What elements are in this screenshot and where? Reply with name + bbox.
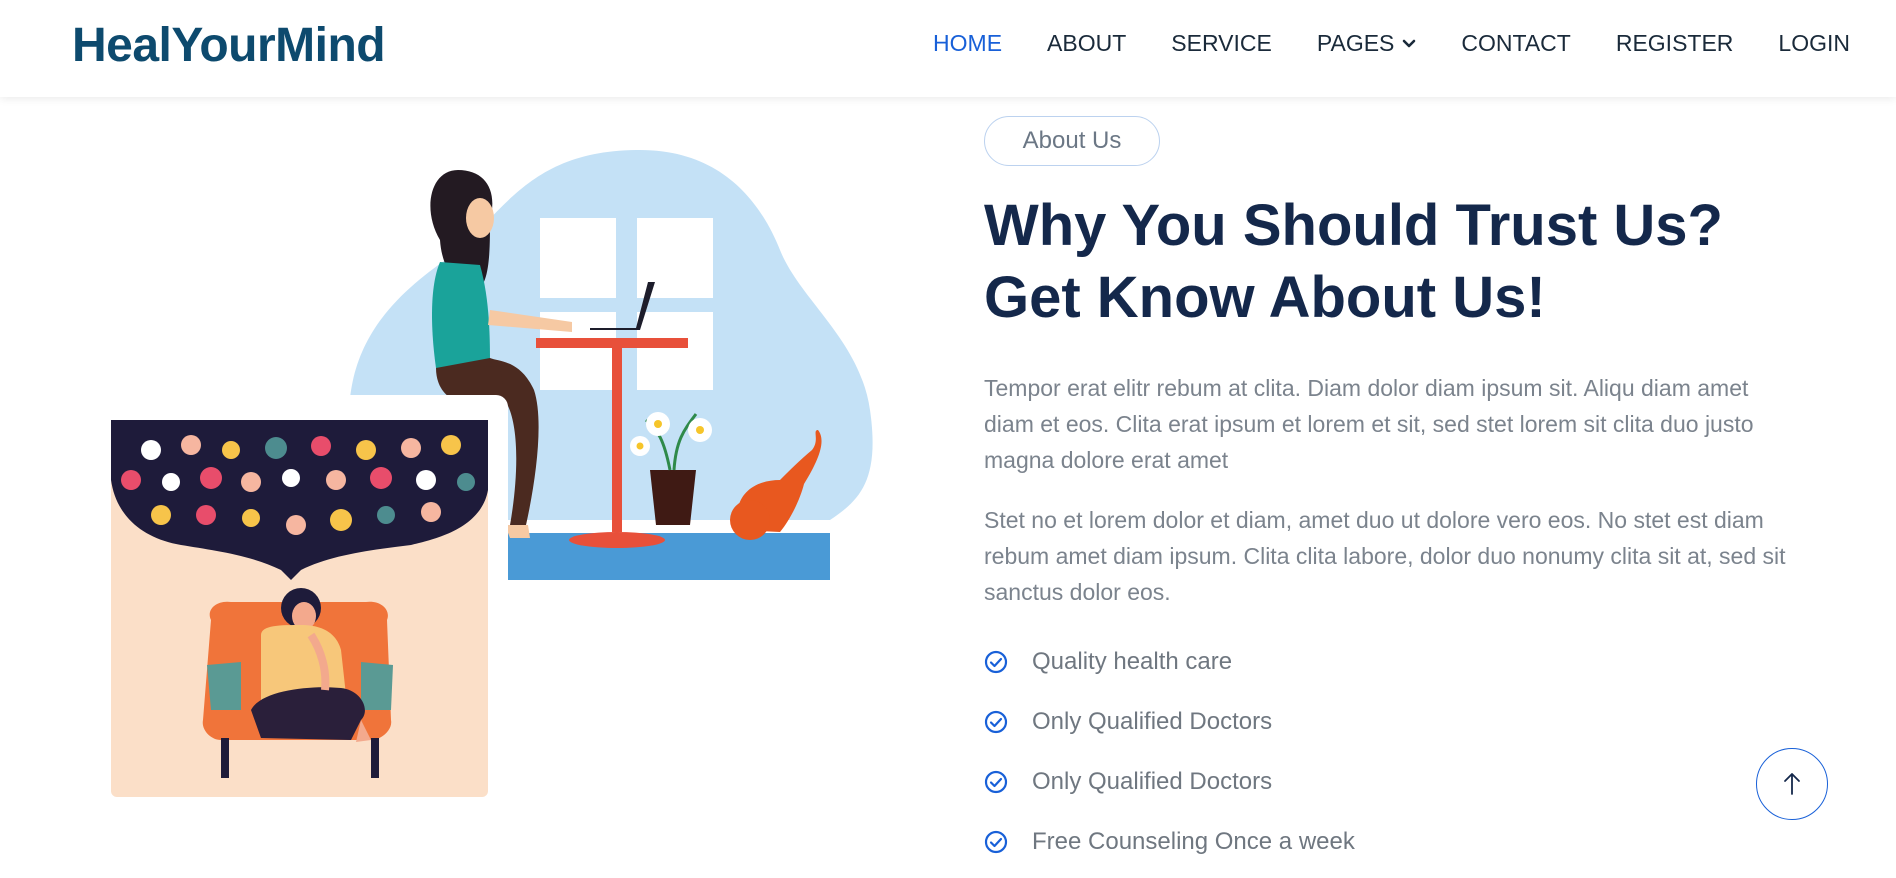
- section-title: Why You Should Trust Us? Get Know About …: [984, 190, 1844, 334]
- about-paragraph-2: Stet no et lorem dolor et diam, amet duo…: [984, 507, 1786, 605]
- nav-service[interactable]: SERVICE: [1171, 30, 1272, 57]
- about-paragraph-1: Tempor erat elitr rebum at clita. Diam d…: [984, 375, 1754, 473]
- nav-about[interactable]: ABOUT: [1047, 30, 1126, 57]
- brand-logo[interactable]: HealYourMind: [72, 18, 386, 73]
- nav-login[interactable]: LOGIN: [1778, 30, 1850, 57]
- anxiety-illustration: [111, 420, 488, 797]
- check-circle-icon: [984, 830, 1008, 854]
- nav-pages-label: PAGES: [1316, 30, 1395, 56]
- arrow-up-icon: [1784, 773, 1800, 795]
- feature-label: Only Qualified Doctors: [1032, 708, 1273, 735]
- check-circle-icon: [984, 770, 1008, 794]
- feature-label: Only Qualified Doctors: [1032, 768, 1273, 795]
- anxiety-illustration-card: [100, 395, 508, 807]
- title-line-2: Get Know About Us!: [984, 265, 1546, 330]
- feature-item: Quality health care: [984, 648, 1232, 676]
- feature-item: Only Qualified Doctors: [984, 708, 1272, 736]
- about-us-badge: About Us: [984, 116, 1160, 166]
- nav-contact[interactable]: CONTACT: [1461, 30, 1570, 57]
- navbar: HealYourMind HOME ABOUT SERVICE PAGES CO…: [0, 0, 1896, 97]
- nav-home[interactable]: HOME: [933, 30, 1002, 57]
- chevron-down-icon: [1403, 39, 1416, 47]
- feature-label: Free Counseling Once a week: [1032, 828, 1355, 855]
- nav-pages-dropdown[interactable]: PAGES: [1317, 30, 1417, 57]
- main-nav: HOME ABOUT SERVICE PAGES CONTACT REGISTE…: [933, 30, 1850, 57]
- title-line-1: Why You Should Trust Us?: [984, 193, 1723, 258]
- feature-item: Only Qualified Doctors: [984, 768, 1272, 796]
- feature-label: Quality health care: [1032, 648, 1233, 675]
- anxiety-illustration-art: [111, 420, 488, 778]
- back-to-top-button[interactable]: [1756, 748, 1828, 820]
- check-circle-icon: [984, 650, 1008, 674]
- feature-item: Free Counseling Once a week: [984, 828, 1355, 856]
- nav-register[interactable]: REGISTER: [1616, 30, 1734, 57]
- check-circle-icon: [984, 710, 1008, 734]
